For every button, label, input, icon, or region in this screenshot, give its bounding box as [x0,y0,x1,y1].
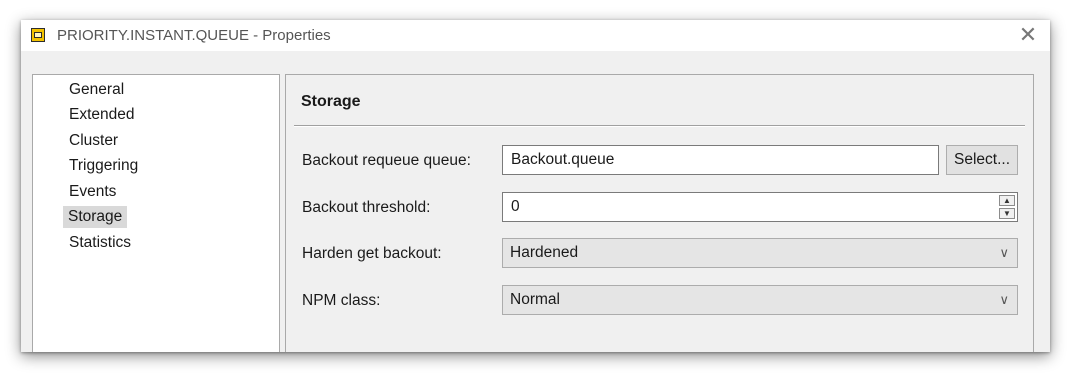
nav-item-extended[interactable]: Extended [67,104,137,126]
backout-requeue-queue-label: Backout requeue queue: [302,152,471,169]
storage-panel: Storage Backout requeue queue: Backout.q… [285,74,1034,352]
harden-get-backout-value: Hardened [510,244,579,261]
queue-properties-icon [31,28,45,42]
backout-threshold-spinner[interactable]: 0 ▲ ▼ [502,192,1018,222]
nav-item-storage[interactable]: Storage [63,206,128,228]
spinner-buttons: ▲ ▼ [999,195,1015,219]
backout-threshold-value: 0 [511,198,520,215]
section-title: Storage [301,93,361,110]
queue-icon-detail [34,32,42,38]
title-bar[interactable]: PRIORITY.INSTANT.QUEUE - Properties ✕ [21,20,1050,51]
nav-item-statistics[interactable]: Statistics [67,232,133,254]
section-divider [294,125,1025,127]
backout-requeue-queue-input[interactable]: Backout.queue [502,145,939,175]
nav-item-cluster[interactable]: Cluster [67,130,120,152]
properties-dialog: PRIORITY.INSTANT.QUEUE - Properties ✕ Ge… [21,20,1050,352]
npm-class-label: NPM class: [302,292,381,309]
close-icon[interactable]: ✕ [1016,23,1040,47]
chevron-down-icon: ∨ [999,245,1009,260]
window-title: PRIORITY.INSTANT.QUEUE - Properties [57,27,331,44]
backout-threshold-label: Backout threshold: [302,199,431,216]
chevron-down-icon: ∨ [999,292,1009,307]
properties-nav-list: General Extended Cluster Triggering Even… [32,74,280,352]
select-queue-button[interactable]: Select... [946,145,1018,175]
nav-item-events[interactable]: Events [67,181,118,203]
npm-class-select[interactable]: Normal ∨ [502,285,1018,315]
nav-item-triggering[interactable]: Triggering [67,155,140,177]
harden-get-backout-select[interactable]: Hardened ∨ [502,238,1018,268]
harden-get-backout-label: Harden get backout: [302,245,442,262]
spin-down-icon[interactable]: ▼ [999,208,1015,219]
spin-up-icon[interactable]: ▲ [999,195,1015,206]
nav-item-general[interactable]: General [67,79,126,101]
npm-class-value: Normal [510,291,560,308]
